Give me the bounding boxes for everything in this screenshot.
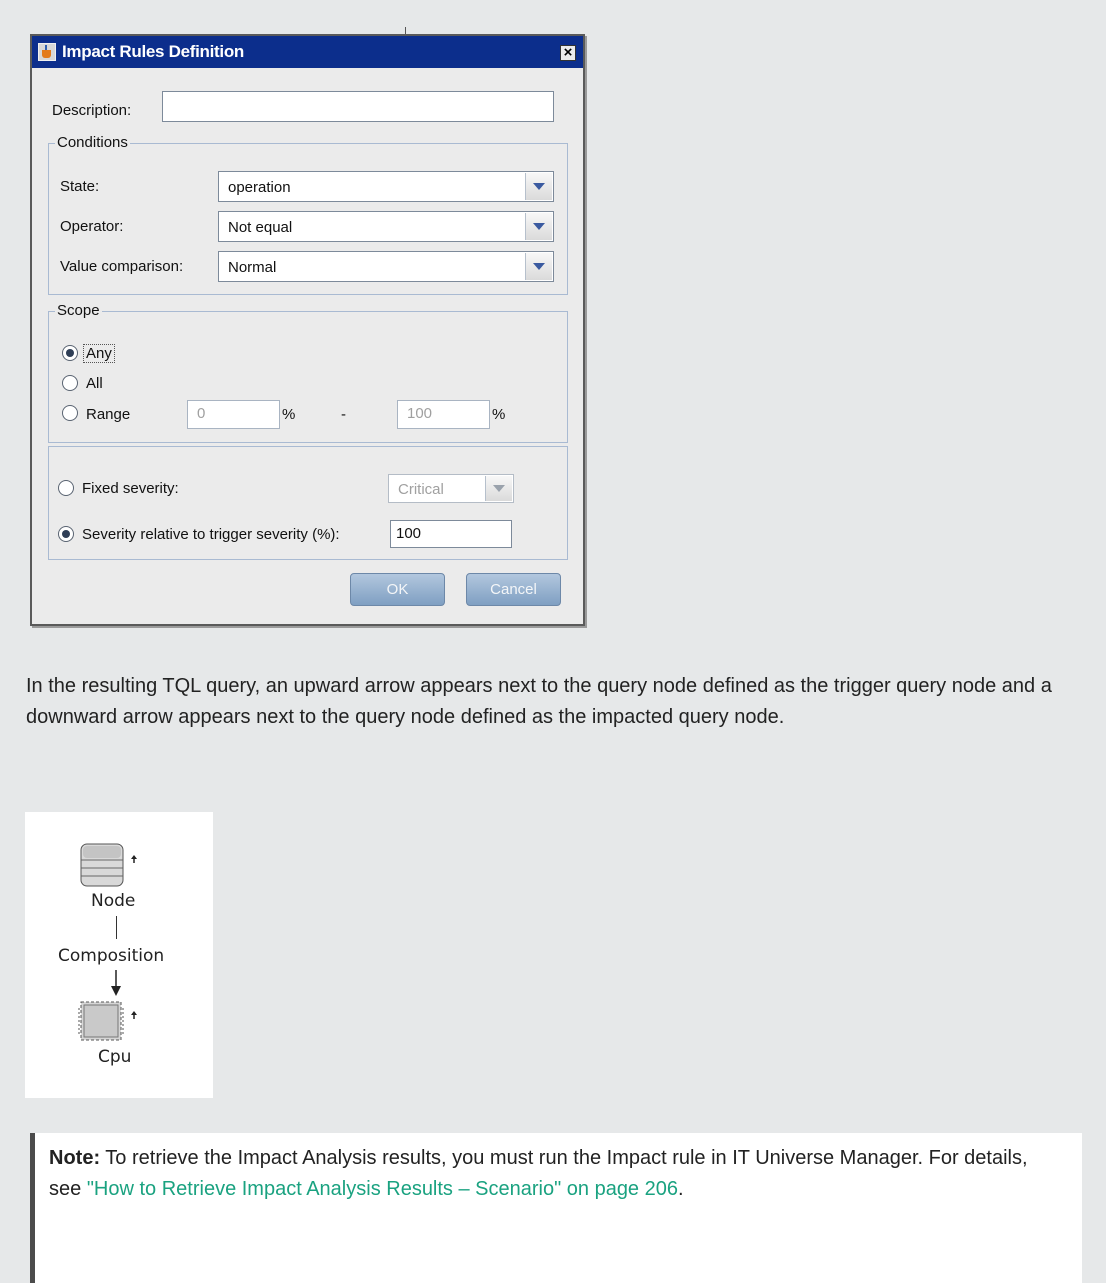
note-text: Note: To retrieve the Impact Analysis re… (49, 1143, 1059, 1205)
scope-any-radio[interactable] (62, 345, 78, 361)
cancel-button[interactable]: Cancel (466, 573, 561, 606)
scope-all-radio[interactable] (62, 375, 78, 391)
range-to-input[interactable]: 100 (397, 400, 490, 429)
chevron-down-icon[interactable] (525, 253, 552, 280)
operator-label: Operator: (60, 218, 124, 235)
range-from-input[interactable]: 0 (187, 400, 280, 429)
note-box: Note: To retrieve the Impact Analysis re… (30, 1133, 1082, 1283)
relative-severity-radio[interactable] (58, 526, 74, 542)
composition-edge-upper (116, 916, 117, 939)
relative-severity-label[interactable]: Severity relative to trigger severity (%… (82, 526, 340, 543)
impacted-arrow-icon (131, 1011, 137, 1019)
range-from-percent: % (282, 406, 296, 423)
node-label: Node (91, 891, 136, 911)
value-comparison-label: Value comparison: (60, 258, 184, 275)
note-label: Note: (49, 1147, 101, 1169)
cpu-label: Cpu (98, 1047, 132, 1067)
java-icon (38, 43, 56, 61)
range-dash: - (341, 406, 346, 423)
fixed-severity-radio[interactable] (58, 480, 74, 496)
trigger-arrow-icon (131, 855, 137, 863)
chevron-down-icon[interactable] (525, 173, 552, 200)
scope-any-label[interactable]: Any (83, 344, 115, 363)
scope-range-radio[interactable] (62, 405, 78, 421)
operator-dropdown[interactable]: Not equal (218, 211, 554, 242)
state-label: State: (60, 178, 100, 195)
chevron-down-icon[interactable] (485, 476, 512, 501)
dialog-title: Impact Rules Definition (62, 42, 245, 61)
description-label: Description: (52, 102, 132, 119)
fixed-severity-label[interactable]: Fixed severity: (82, 480, 179, 497)
scope-all-label[interactable]: All (86, 375, 103, 392)
scope-group: Scope (48, 302, 568, 443)
description-paragraph: In the resulting TQL query, an upward ar… (26, 675, 1052, 728)
impact-rules-dialog: Impact Rules Definition × Description: C… (30, 34, 585, 626)
cpu-ci-icon (78, 1001, 137, 1041)
scope-title: Scope (55, 302, 102, 319)
ok-button[interactable]: OK (350, 573, 445, 606)
state-dropdown[interactable]: operation (218, 171, 554, 202)
decorative-tick (405, 27, 406, 34)
close-button[interactable]: × (560, 45, 576, 61)
dialog-titlebar[interactable]: Impact Rules Definition × (32, 36, 583, 68)
scope-range-label[interactable]: Range (86, 406, 130, 423)
note-link[interactable]: "How to Retrieve Impact Analysis Results… (87, 1178, 678, 1200)
node-ci-icon (80, 843, 137, 887)
composition-label: Composition (58, 946, 165, 966)
note-end: . (677, 1178, 684, 1200)
conditions-title: Conditions (55, 134, 130, 151)
chevron-down-icon[interactable] (525, 213, 552, 240)
range-to-percent: % (492, 406, 506, 423)
tql-query-diagram: Node Composition Cpu (25, 812, 213, 1098)
relative-severity-input[interactable]: 100 (390, 520, 512, 548)
description-input[interactable] (162, 91, 554, 122)
value-comparison-dropdown[interactable]: Normal (218, 251, 554, 282)
composition-edge-arrow (111, 970, 121, 996)
fixed-severity-dropdown[interactable]: Critical (388, 474, 514, 503)
